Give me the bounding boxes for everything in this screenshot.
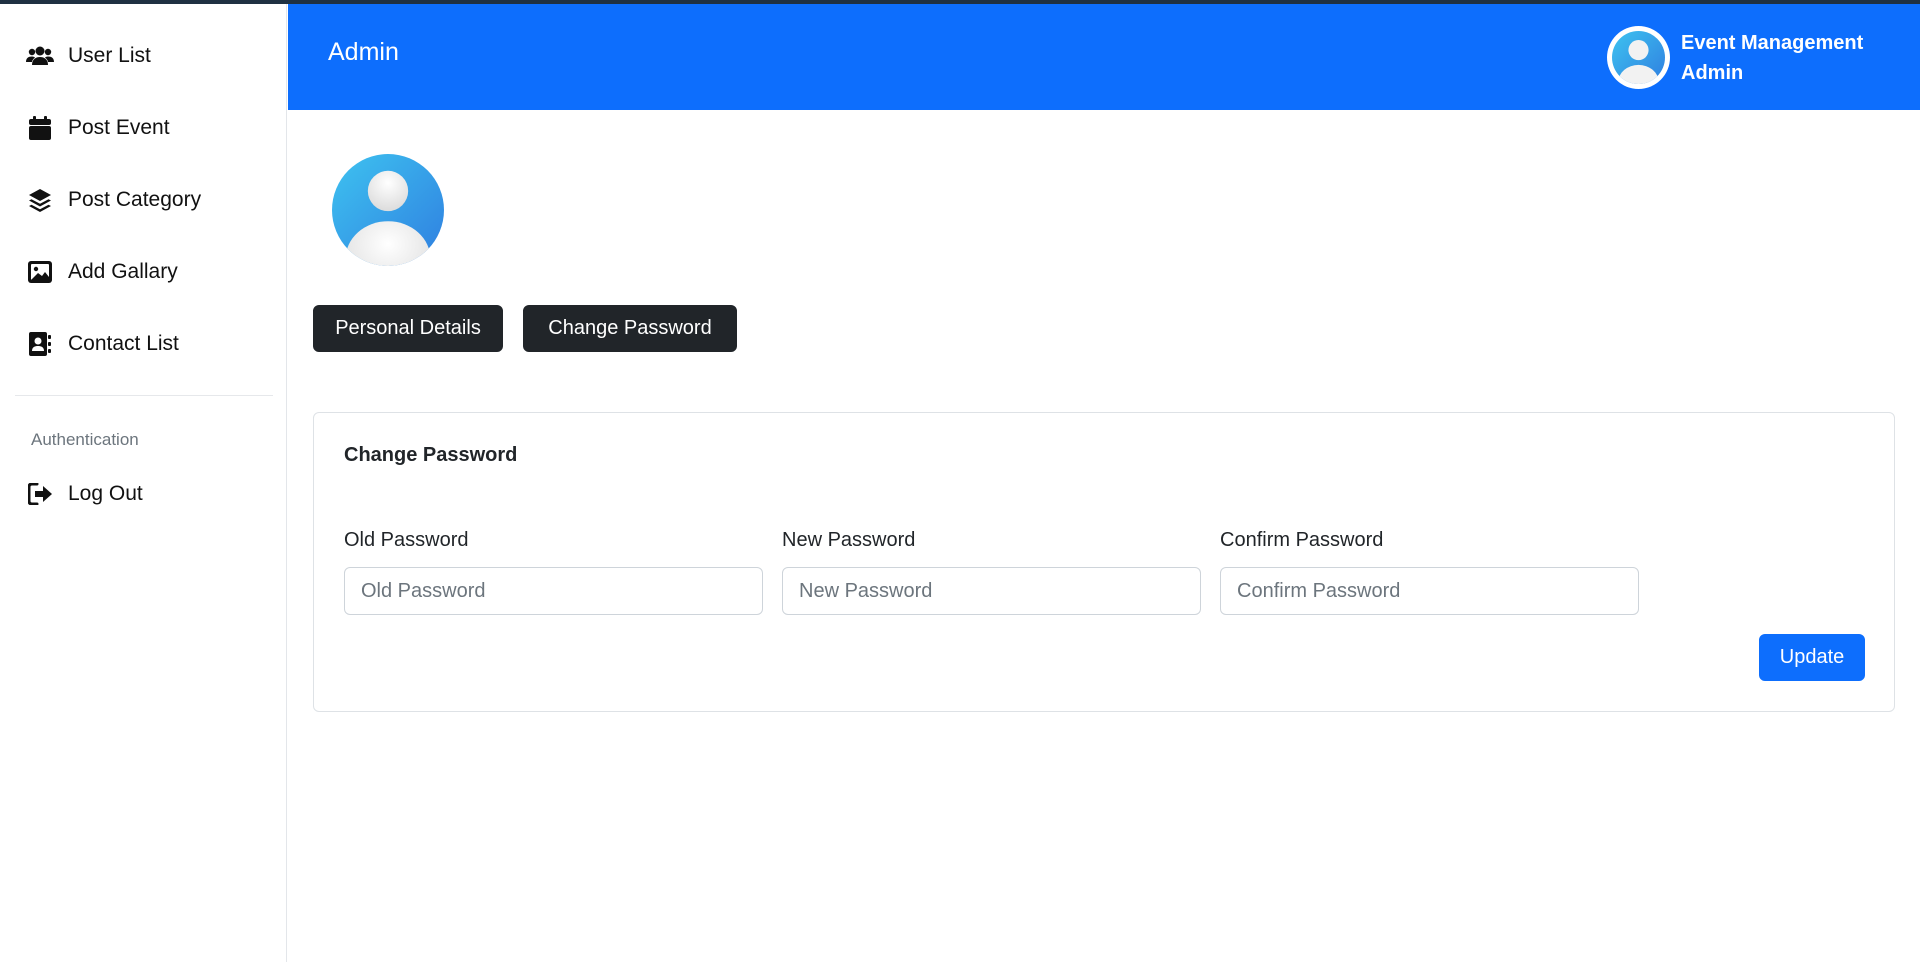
sidebar-item-post-event[interactable]: Post Event <box>26 108 170 148</box>
sidebar-item-add-gallary[interactable]: Add Gallary <box>26 252 178 292</box>
sidebar: User List Post Event Post Category Add G… <box>0 4 287 962</box>
top-header: Admin Event Management Admin <box>288 4 1920 110</box>
avatar-icon <box>332 154 444 266</box>
header-avatar[interactable] <box>1607 26 1670 89</box>
new-password-input[interactable] <box>782 567 1201 615</box>
sidebar-section-heading: Authentication <box>31 430 139 449</box>
old-password-input[interactable] <box>344 567 763 615</box>
sidebar-item-post-category[interactable]: Post Category <box>26 180 201 220</box>
new-password-label: New Password <box>782 529 916 551</box>
update-button[interactable]: Update <box>1759 634 1865 681</box>
sidebar-item-label: Post Event <box>68 116 170 139</box>
sign-out-icon <box>26 480 54 508</box>
sidebar-item-label: Contact List <box>68 332 179 355</box>
sidebar-divider <box>15 395 273 396</box>
users-icon <box>26 42 54 70</box>
avatar-icon <box>1612 31 1665 84</box>
sidebar-item-label: Post Category <box>68 188 202 211</box>
header-user-info[interactable]: Event Management Admin <box>1681 28 1863 88</box>
sidebar-item-log-out[interactable]: Log Out <box>26 474 143 514</box>
profile-avatar <box>332 154 444 266</box>
calendar-icon <box>26 114 54 142</box>
sidebar-item-label: Log Out <box>68 482 143 505</box>
old-password-label: Old Password <box>344 529 469 551</box>
address-book-icon <box>26 330 54 358</box>
sidebar-item-label: User List <box>68 44 151 67</box>
image-icon <box>26 258 54 286</box>
layers-icon <box>26 186 54 214</box>
sidebar-item-contact-list[interactable]: Contact List <box>26 324 179 364</box>
card-title: Change Password <box>344 444 518 466</box>
tab-personal-details[interactable]: Personal Details <box>313 305 503 352</box>
sidebar-item-user-list[interactable]: User List <box>26 36 151 76</box>
tab-change-password[interactable]: Change Password <box>523 305 737 352</box>
header-user-role: Admin <box>1681 62 1744 84</box>
header-user-name: Event Management <box>1681 32 1864 54</box>
confirm-password-input[interactable] <box>1220 567 1639 615</box>
header-title: Admin <box>328 38 399 66</box>
change-password-card: Change Password Old Password New Passwor… <box>313 412 1895 712</box>
confirm-password-label: Confirm Password <box>1220 529 1384 551</box>
sidebar-item-label: Add Gallary <box>68 260 178 283</box>
